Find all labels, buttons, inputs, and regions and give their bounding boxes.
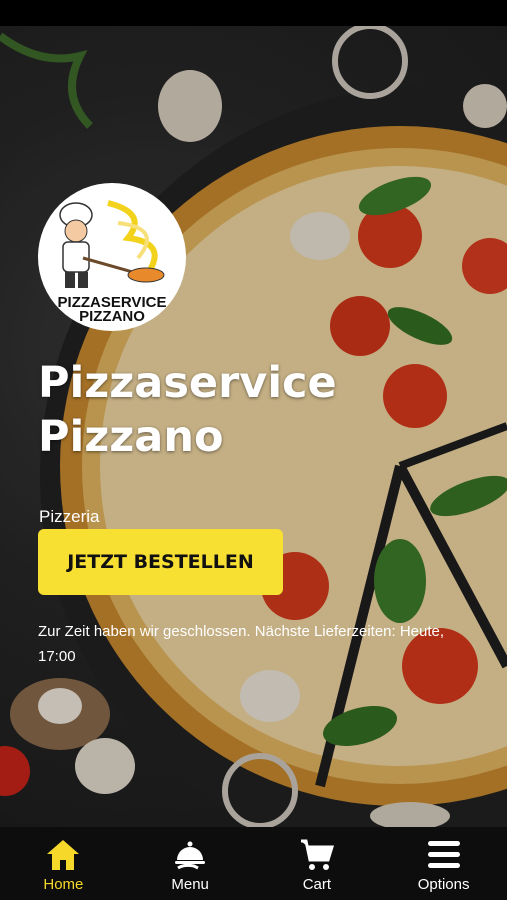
page-title: Pizzaservice Pizzano — [38, 358, 337, 462]
nav-cart-label: Cart — [302, 876, 332, 893]
nav-cart[interactable]: Cart — [254, 827, 381, 900]
restaurant-category: Pizzeria — [39, 507, 100, 526]
nav-options-label: Options — [417, 876, 470, 893]
nav-menu[interactable]: Menu — [127, 827, 254, 900]
home-icon — [43, 836, 83, 874]
status-bar — [0, 0, 507, 26]
nav-menu-label: Menu — [171, 876, 209, 893]
hero-section: PIZZASERVICE PIZZANO Pizzaservice Pizzan… — [0, 26, 507, 827]
restaurant-logo: PIZZASERVICE PIZZANO — [38, 183, 186, 331]
logo-text-line2: PIZZANO — [79, 308, 145, 325]
nav-home[interactable]: Home — [0, 827, 127, 900]
order-now-button[interactable]: JETZT BESTELLEN — [38, 529, 283, 595]
cart-icon — [297, 836, 337, 874]
opening-hours-notice: Zur Zeit haben wir geschlossen. Nächste … — [38, 623, 445, 665]
hamburger-icon — [424, 836, 464, 874]
nav-options[interactable]: Options — [380, 827, 507, 900]
bottom-navigation: Home Menu Cart Options — [0, 827, 507, 900]
nav-home-label: Home — [43, 876, 84, 893]
serving-dish-icon — [170, 836, 210, 874]
